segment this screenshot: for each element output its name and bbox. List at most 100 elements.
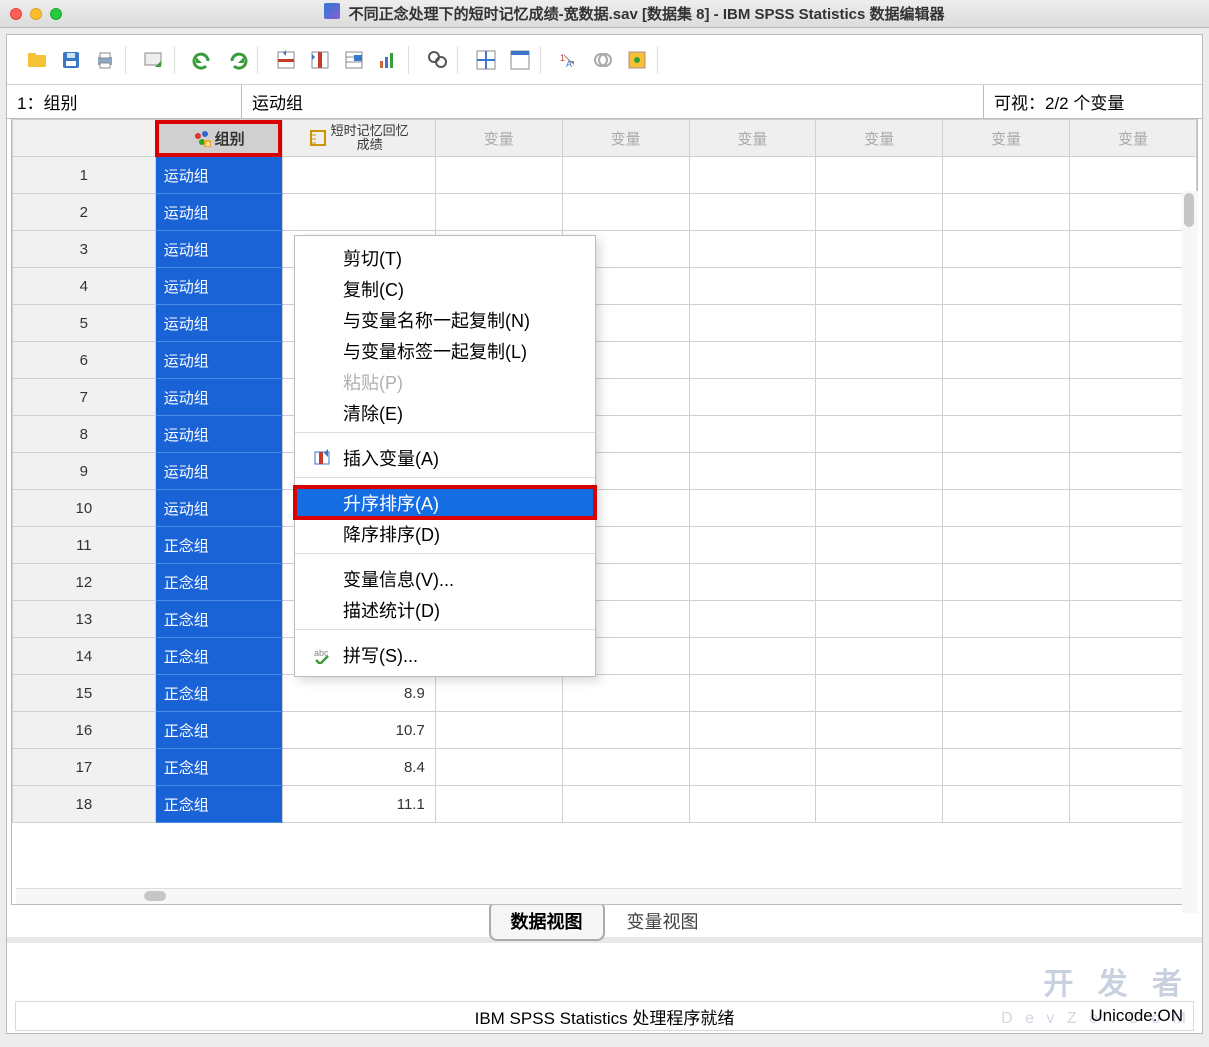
cell-empty[interactable] bbox=[689, 638, 816, 675]
cell-group[interactable]: 正念组 bbox=[155, 527, 282, 564]
cell-empty[interactable] bbox=[816, 194, 943, 231]
cell-empty[interactable] bbox=[689, 194, 816, 231]
cell-empty[interactable] bbox=[816, 749, 943, 786]
cell-empty[interactable] bbox=[435, 749, 562, 786]
cell-empty[interactable] bbox=[943, 786, 1070, 823]
cell-empty[interactable] bbox=[816, 490, 943, 527]
cell-score[interactable] bbox=[282, 194, 435, 231]
row-header[interactable]: 14 bbox=[13, 638, 156, 675]
cell-empty[interactable] bbox=[1070, 786, 1197, 823]
cell-empty[interactable] bbox=[562, 749, 689, 786]
menu-copy[interactable]: 复制(C) bbox=[295, 273, 595, 304]
cell-group[interactable]: 正念组 bbox=[155, 786, 282, 823]
cell-empty[interactable] bbox=[689, 342, 816, 379]
menu-copy-with-label[interactable]: 与变量标签一起复制(L) bbox=[295, 335, 595, 366]
cell-empty[interactable] bbox=[1070, 749, 1197, 786]
table-row[interactable]: 7运动组 bbox=[13, 379, 1197, 416]
cell-empty[interactable] bbox=[816, 712, 943, 749]
row-header[interactable]: 18 bbox=[13, 786, 156, 823]
cell-empty[interactable] bbox=[435, 675, 562, 712]
row-header[interactable]: 4 bbox=[13, 268, 156, 305]
cell-empty[interactable] bbox=[689, 564, 816, 601]
cell-group[interactable]: 运动组 bbox=[155, 490, 282, 527]
cell-empty[interactable] bbox=[689, 712, 816, 749]
row-header[interactable]: 12 bbox=[13, 564, 156, 601]
cell-empty[interactable] bbox=[1070, 342, 1197, 379]
table-row[interactable]: 17正念组8.4 bbox=[13, 749, 1197, 786]
cell-empty[interactable] bbox=[689, 453, 816, 490]
cell-empty[interactable] bbox=[1070, 194, 1197, 231]
split-button[interactable] bbox=[472, 46, 500, 74]
cell-empty[interactable] bbox=[816, 453, 943, 490]
redo-button[interactable] bbox=[223, 46, 251, 74]
table-row[interactable]: 15正念组8.9 bbox=[13, 675, 1197, 712]
col-header-score[interactable]: 短时记忆回忆成绩 bbox=[282, 120, 435, 157]
menu-cut[interactable]: 剪切(T) bbox=[295, 242, 595, 273]
cell-empty[interactable] bbox=[816, 231, 943, 268]
table-row[interactable]: 14正念组8.5 bbox=[13, 638, 1197, 675]
row-header[interactable]: 13 bbox=[13, 601, 156, 638]
cell-group[interactable]: 运动组 bbox=[155, 231, 282, 268]
cell-group[interactable]: 正念组 bbox=[155, 638, 282, 675]
cell-empty[interactable] bbox=[816, 305, 943, 342]
cell-empty[interactable] bbox=[1070, 416, 1197, 453]
col-empty[interactable]: 变量 bbox=[943, 120, 1070, 157]
cell-empty[interactable] bbox=[689, 675, 816, 712]
cell-empty[interactable] bbox=[689, 268, 816, 305]
recall-dialog-button[interactable] bbox=[140, 46, 168, 74]
undo-button[interactable] bbox=[189, 46, 217, 74]
table-row[interactable]: 13正念组8.4 bbox=[13, 601, 1197, 638]
table-row[interactable]: 3运动组 bbox=[13, 231, 1197, 268]
show-all-button[interactable] bbox=[623, 46, 651, 74]
cell-empty[interactable] bbox=[1070, 527, 1197, 564]
cell-empty[interactable] bbox=[689, 305, 816, 342]
row-header[interactable]: 3 bbox=[13, 231, 156, 268]
cell-empty[interactable] bbox=[816, 527, 943, 564]
col-empty[interactable]: 变量 bbox=[1070, 120, 1197, 157]
row-header[interactable]: 2 bbox=[13, 194, 156, 231]
menu-sort-desc[interactable]: 降序排序(D) bbox=[295, 518, 595, 549]
cell-empty[interactable] bbox=[1070, 638, 1197, 675]
find-button[interactable] bbox=[423, 46, 451, 74]
v-scrollbar[interactable] bbox=[1182, 191, 1198, 913]
row-header[interactable]: 9 bbox=[13, 453, 156, 490]
cell-empty[interactable] bbox=[562, 786, 689, 823]
col-empty[interactable]: 变量 bbox=[562, 120, 689, 157]
menu-spelling[interactable]: abc 拼写(S)... bbox=[295, 639, 595, 670]
cell-group[interactable]: 运动组 bbox=[155, 194, 282, 231]
cell-empty[interactable] bbox=[562, 194, 689, 231]
cell-score[interactable] bbox=[282, 157, 435, 194]
menu-var-info[interactable]: 变量信息(V)... bbox=[295, 563, 595, 594]
cell-empty[interactable] bbox=[1070, 675, 1197, 712]
row-header[interactable]: 15 bbox=[13, 675, 156, 712]
cell-empty[interactable] bbox=[1070, 712, 1197, 749]
cell-group[interactable]: 正念组 bbox=[155, 712, 282, 749]
menu-copy-with-name[interactable]: 与变量名称一起复制(N) bbox=[295, 304, 595, 335]
row-header[interactable]: 11 bbox=[13, 527, 156, 564]
cell-empty[interactable] bbox=[689, 786, 816, 823]
cell-empty[interactable] bbox=[1070, 490, 1197, 527]
cell-empty[interactable] bbox=[943, 342, 1070, 379]
cell-empty[interactable] bbox=[943, 416, 1070, 453]
goto-case-button[interactable] bbox=[272, 46, 300, 74]
cell-empty[interactable] bbox=[816, 675, 943, 712]
cell-empty[interactable] bbox=[943, 379, 1070, 416]
minimize-icon[interactable] bbox=[30, 8, 42, 20]
cell-empty[interactable] bbox=[689, 416, 816, 453]
menu-sort-asc[interactable]: 升序排序(A) bbox=[295, 487, 595, 518]
cell-group[interactable]: 运动组 bbox=[155, 416, 282, 453]
data-grid[interactable]: a 组别 短时记忆回忆成绩 变量 变量 变量 变量 bbox=[12, 119, 1197, 823]
cell-empty[interactable] bbox=[943, 638, 1070, 675]
table-row[interactable]: 18正念组11.1 bbox=[13, 786, 1197, 823]
cell-group[interactable]: 运动组 bbox=[155, 379, 282, 416]
cell-empty[interactable] bbox=[816, 416, 943, 453]
cell-empty[interactable] bbox=[689, 749, 816, 786]
cell-empty[interactable] bbox=[1070, 305, 1197, 342]
cell-group[interactable]: 正念组 bbox=[155, 749, 282, 786]
cell-empty[interactable] bbox=[943, 268, 1070, 305]
cell-empty[interactable] bbox=[943, 564, 1070, 601]
cell-empty[interactable] bbox=[943, 601, 1070, 638]
cell-empty[interactable] bbox=[816, 638, 943, 675]
table-row[interactable]: 10运动组 bbox=[13, 490, 1197, 527]
cell-empty[interactable] bbox=[435, 157, 562, 194]
